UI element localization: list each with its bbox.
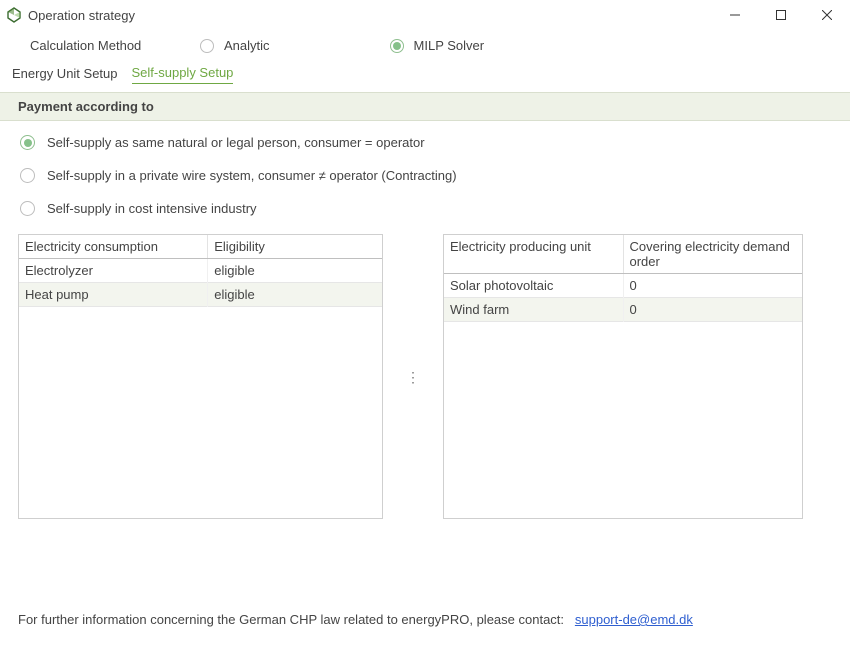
cell: Wind farm xyxy=(444,298,623,322)
payment-option-label: Self-supply in cost intensive industry xyxy=(47,201,257,216)
calculation-method-label: Calculation Method xyxy=(30,38,160,53)
table-header-row: Electricity producing unit Covering elec… xyxy=(444,235,802,274)
payment-options: Self-supply as same natural or legal per… xyxy=(0,121,850,234)
calculation-method-row: Calculation Method Analytic MILP Solver xyxy=(0,30,850,65)
table-row[interactable]: Solar photovoltaic 0 xyxy=(444,274,802,298)
support-email-link[interactable]: support-de@emd.dk xyxy=(575,612,693,627)
payment-option-cost-intensive[interactable]: Self-supply in cost intensive industry xyxy=(20,201,830,216)
radio-icon-selected xyxy=(390,39,404,53)
cell: eligible xyxy=(208,259,382,283)
payment-option-private-wire[interactable]: Self-supply in a private wire system, co… xyxy=(20,168,830,183)
col-electricity-consumption[interactable]: Electricity consumption xyxy=(19,235,208,259)
app-icon xyxy=(6,7,22,23)
cell: 0 xyxy=(623,274,802,298)
cell: 0 xyxy=(623,298,802,322)
tab-self-supply-setup[interactable]: Self-supply Setup xyxy=(132,65,234,84)
window-title: Operation strategy xyxy=(28,8,135,23)
table-row[interactable]: Heat pump eligible xyxy=(19,283,382,307)
section-header-payment: Payment according to xyxy=(0,92,850,121)
tab-energy-unit-setup[interactable]: Energy Unit Setup xyxy=(12,66,118,84)
payment-option-label: Self-supply as same natural or legal per… xyxy=(47,135,425,150)
footer-text: For further information concerning the G… xyxy=(18,612,564,627)
radio-milp-solver[interactable]: MILP Solver xyxy=(390,38,485,53)
radio-icon xyxy=(20,168,35,183)
cell: Solar photovoltaic xyxy=(444,274,623,298)
table-row[interactable]: Wind farm 0 xyxy=(444,298,802,322)
tables-row: Electricity consumption Eligibility Elec… xyxy=(0,234,850,519)
titlebar: Operation strategy xyxy=(0,0,850,30)
cell: eligible xyxy=(208,283,382,307)
footer-note: For further information concerning the G… xyxy=(18,612,693,627)
cell: Heat pump xyxy=(19,283,208,307)
cell: Electrolyzer xyxy=(19,259,208,283)
payment-option-label: Self-supply in a private wire system, co… xyxy=(47,168,457,183)
splitter-handle-icon[interactable]: ⋮ xyxy=(406,375,420,379)
payment-option-same-person[interactable]: Self-supply as same natural or legal per… xyxy=(20,135,830,150)
radio-milp-label: MILP Solver xyxy=(414,38,485,53)
radio-analytic[interactable]: Analytic xyxy=(200,38,270,53)
radio-icon xyxy=(200,39,214,53)
table-row[interactable]: Electrolyzer eligible xyxy=(19,259,382,283)
col-producing-unit[interactable]: Electricity producing unit xyxy=(444,235,623,274)
minimize-button[interactable] xyxy=(712,0,758,30)
window-controls xyxy=(712,0,850,30)
radio-icon-selected xyxy=(20,135,35,150)
radio-icon xyxy=(20,201,35,216)
close-button[interactable] xyxy=(804,0,850,30)
col-eligibility[interactable]: Eligibility xyxy=(208,235,382,259)
table-header-row: Electricity consumption Eligibility xyxy=(19,235,382,259)
setup-tabs: Energy Unit Setup Self-supply Setup xyxy=(0,65,850,84)
electricity-producing-table[interactable]: Electricity producing unit Covering elec… xyxy=(443,234,803,519)
maximize-button[interactable] xyxy=(758,0,804,30)
electricity-consumption-table[interactable]: Electricity consumption Eligibility Elec… xyxy=(18,234,383,519)
radio-analytic-label: Analytic xyxy=(224,38,270,53)
col-demand-order[interactable]: Covering electricity demand order xyxy=(623,235,802,274)
